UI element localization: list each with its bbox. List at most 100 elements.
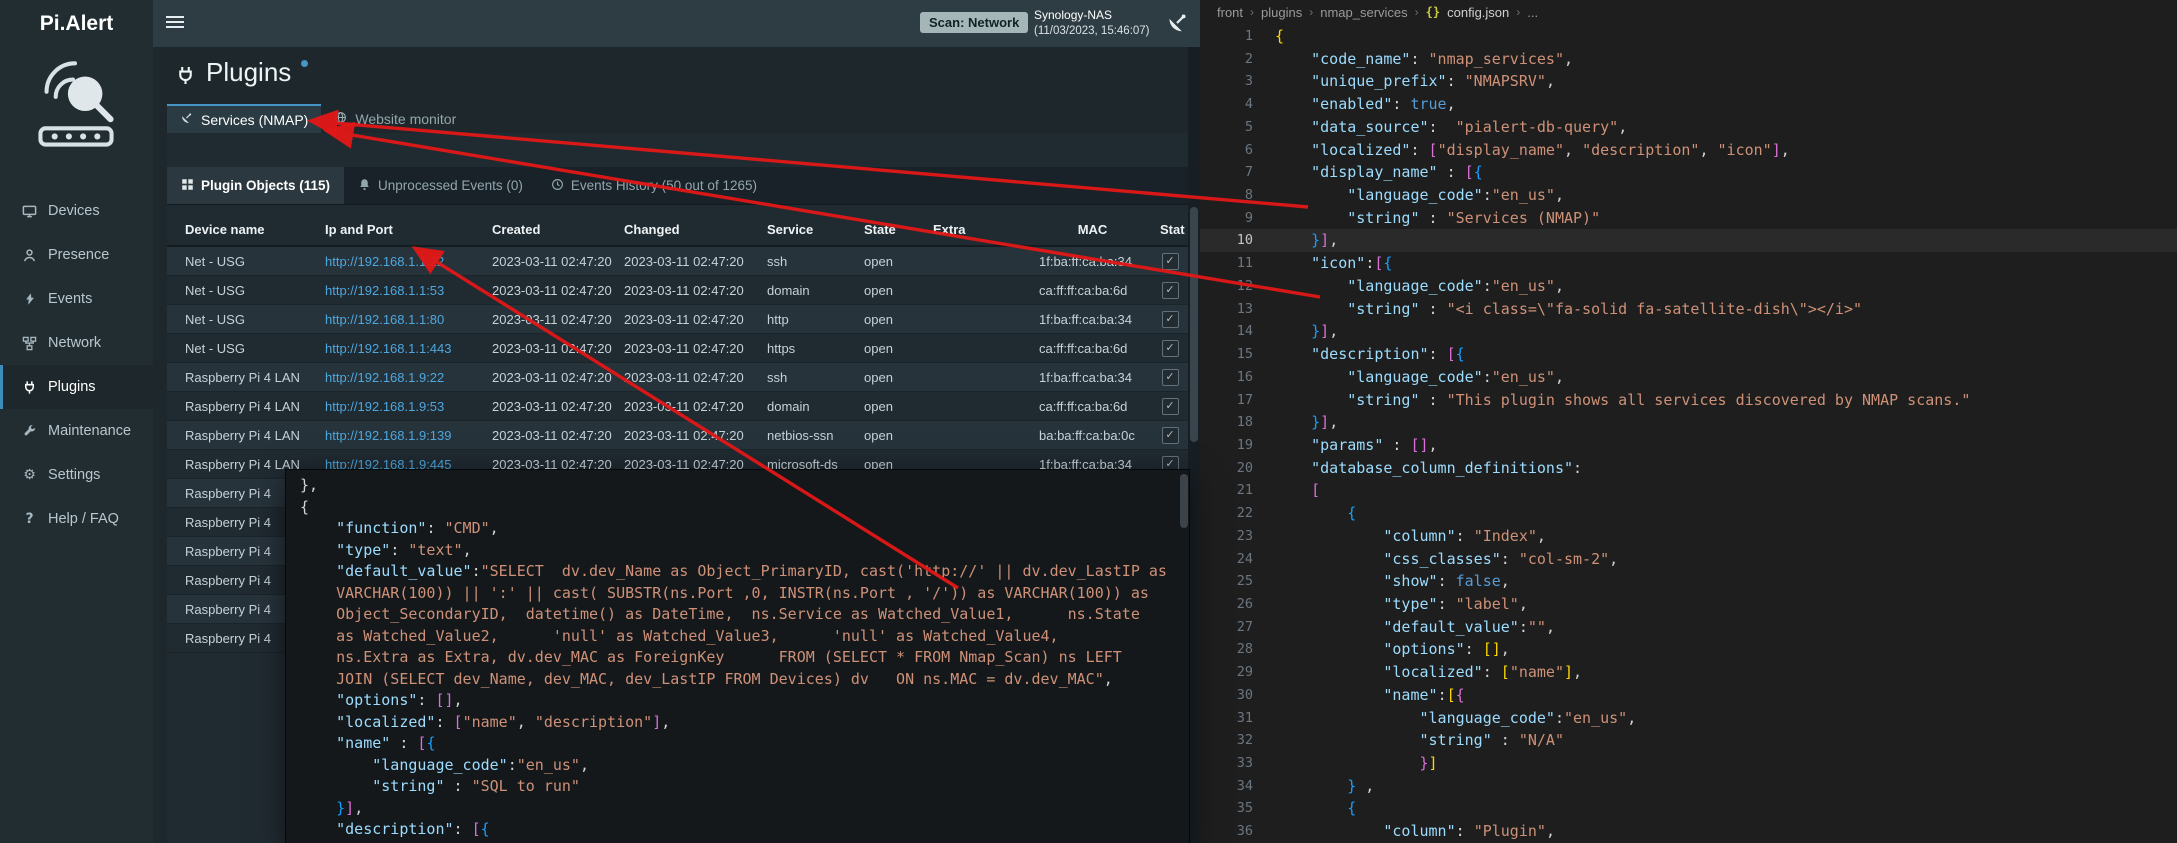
code-text: "name" : [{ (286, 733, 435, 755)
code-text: "default_value":"", (1253, 616, 1555, 639)
table-row: Raspberry Pi 4 LAN http://192.168.1.9:139… (167, 421, 1188, 450)
breadcrumb-item-nmap-services[interactable]: nmap_services (1320, 5, 1407, 20)
sidebar-item-label: Maintenance (48, 423, 131, 439)
sidebar-toggle-button[interactable] (166, 16, 184, 31)
service-cell: https (759, 334, 856, 362)
col-state-header[interactable]: State (856, 213, 925, 245)
app-logo[interactable]: Pi.Alert (0, 0, 153, 47)
code-line: 31 "language_code":"en_us", (1200, 707, 2177, 730)
status-checkbox[interactable]: ✓ (1162, 369, 1179, 386)
status-checkbox[interactable]: ✓ (1162, 282, 1179, 299)
code-line: 14 }], (1200, 320, 2177, 343)
code-text: "database_column_definitions": (1253, 457, 1582, 480)
col-status-header[interactable]: Stat (1152, 213, 1188, 245)
tab-website-monitor[interactable]: Website monitor (321, 104, 469, 134)
sidebar-item-network[interactable]: Network (0, 321, 153, 365)
breadcrumb-item-config-json[interactable]: config.json (1447, 5, 1509, 20)
app-scrollbar-thumb[interactable] (1190, 207, 1198, 442)
overlay-code: },{ "function": "CMD", "type": "text", "… (286, 475, 1189, 841)
ip-port-link[interactable]: http://192.168.1.9:139 (325, 428, 452, 443)
line-number: 22 (1200, 502, 1253, 525)
status-checkbox[interactable]: ✓ (1162, 398, 1179, 415)
code-text: "show": false, (1253, 570, 1510, 593)
tab-label: Services (NMAP) (201, 112, 308, 128)
sidebar-item-devices[interactable]: Devices (0, 189, 153, 233)
code-text: "description": [{ (1253, 343, 1465, 366)
device-name-cell: Net - USG (167, 305, 317, 333)
breadcrumb-item-plugins[interactable]: plugins (1261, 5, 1302, 20)
code-line: "language_code":"en_us", (286, 755, 1189, 777)
sidebar-item-events[interactable]: Events (0, 277, 153, 321)
col-extra-header[interactable]: Extra (925, 213, 1025, 245)
line-number: 25 (1200, 570, 1253, 593)
sidebar-item-maintenance[interactable]: Maintenance (0, 409, 153, 453)
col-ip-port-header[interactable]: Ip and Port (317, 213, 484, 245)
status-checkbox[interactable]: ✓ (1162, 311, 1179, 328)
code-line: "name" : [{ (286, 733, 1189, 755)
code-text: }, (286, 475, 318, 497)
globe-icon (334, 111, 347, 127)
subtab-events-history[interactable]: Events History (50 out of 1265) (537, 167, 771, 204)
code-text: VARCHAR(100)) || ':' || cast( SUBSTR(ns.… (286, 583, 1149, 605)
line-number: 2 (1200, 48, 1253, 71)
line-number: 6 (1200, 139, 1253, 162)
device-name-cell: Raspberry Pi 4 LAN (167, 421, 317, 449)
code-line: as Watched_Value2, 'null' as Watched_Val… (286, 626, 1189, 648)
code-text: "default_value":"SELECT dv.dev_Name as O… (286, 561, 1167, 583)
code-line: "localized": ["name", "description"], (286, 712, 1189, 734)
sidebar-item-plugins[interactable]: Plugins (0, 365, 153, 409)
line-number: 5 (1200, 116, 1253, 139)
code-line: 35 { (1200, 797, 2177, 820)
code-line: 9 "string" : "Services (NMAP)" (1200, 207, 2177, 230)
service-cell: ssh (759, 247, 856, 275)
header-satellite-icon[interactable] (1166, 12, 1188, 34)
subtab-label: Plugin Objects (115) (201, 178, 330, 193)
code-text: "localized": ["name", "description"], (286, 712, 670, 734)
line-number: 3 (1200, 70, 1253, 93)
sidebar-item-settings[interactable]: ⚙ Settings (0, 453, 153, 497)
sidebar-item-label: Plugins (48, 379, 96, 395)
table-row: Raspberry Pi 4 LANhttp://192.168.1.9:222… (167, 363, 1188, 392)
state-cell: open (856, 334, 925, 362)
service-cell: ssh (759, 363, 856, 391)
line-number: 31 (1200, 707, 1253, 730)
subtab-unprocessed-events[interactable]: Unprocessed Events (0) (344, 167, 537, 204)
breadcrumb-item-front[interactable]: front (1217, 5, 1243, 20)
sidebar-item-help[interactable]: ? Help / FAQ (0, 497, 153, 541)
col-changed-header[interactable]: Changed (616, 213, 759, 245)
ip-port-link[interactable]: http://192.168.1.1:53 (325, 283, 444, 298)
subtab-plugin-objects[interactable]: Plugin Objects (115) (167, 167, 344, 204)
created-cell: 2023-03-11 02:47:20 (484, 247, 616, 275)
breadcrumb-item-ellipsis[interactable]: ... (1527, 5, 1538, 20)
col-created-header[interactable]: Created (484, 213, 616, 245)
status-checkbox[interactable]: ✓ (1162, 253, 1179, 270)
ip-port-link[interactable]: http://192.168.1.9:53 (325, 399, 444, 414)
line-number: 23 (1200, 525, 1253, 548)
code-text: { (1253, 797, 1356, 820)
ip-port-link[interactable]: http://192.168.1.1:443 (325, 341, 452, 356)
ip-port-link[interactable]: http://192.168.1.1:22 (325, 254, 444, 269)
tab-label: Website monitor (355, 111, 456, 127)
info-badge[interactable] (301, 60, 308, 67)
sidebar: Devices Presence Events Network Plugins … (0, 47, 153, 843)
code-line: 13 "string" : "<i class=\"fa-solid fa-sa… (1200, 298, 2177, 321)
sidebar-item-presence[interactable]: Presence (0, 233, 153, 277)
sidebar-item-label: Help / FAQ (48, 511, 119, 527)
code-line: 11 "icon":[{ (1200, 252, 2177, 275)
ip-port-link[interactable]: http://192.168.1.1:80 (325, 312, 444, 327)
plug-title-icon (175, 62, 196, 93)
ip-port-link[interactable]: http://192.168.1.9:22 (325, 370, 444, 385)
status-checkbox[interactable]: ✓ (1162, 340, 1179, 357)
line-number: 17 (1200, 389, 1253, 412)
user-icon (21, 248, 38, 263)
code-line: 1{ (1200, 25, 2177, 48)
code-line: 19 "params" : [], (1200, 434, 2177, 457)
status-checkbox[interactable]: ✓ (1162, 427, 1179, 444)
overlay-scrollbar-thumb[interactable] (1180, 474, 1188, 528)
col-service-header[interactable]: Service (759, 213, 856, 245)
editor-code: 1{2 "code_name": "nmap_services",3 "uniq… (1200, 25, 2177, 843)
tab-services-nmap[interactable]: Services (NMAP) (167, 104, 321, 134)
code-line: }, (286, 475, 1189, 497)
col-mac-header[interactable]: MAC (1025, 213, 1152, 245)
col-device-name-header[interactable]: Device name (167, 213, 317, 245)
